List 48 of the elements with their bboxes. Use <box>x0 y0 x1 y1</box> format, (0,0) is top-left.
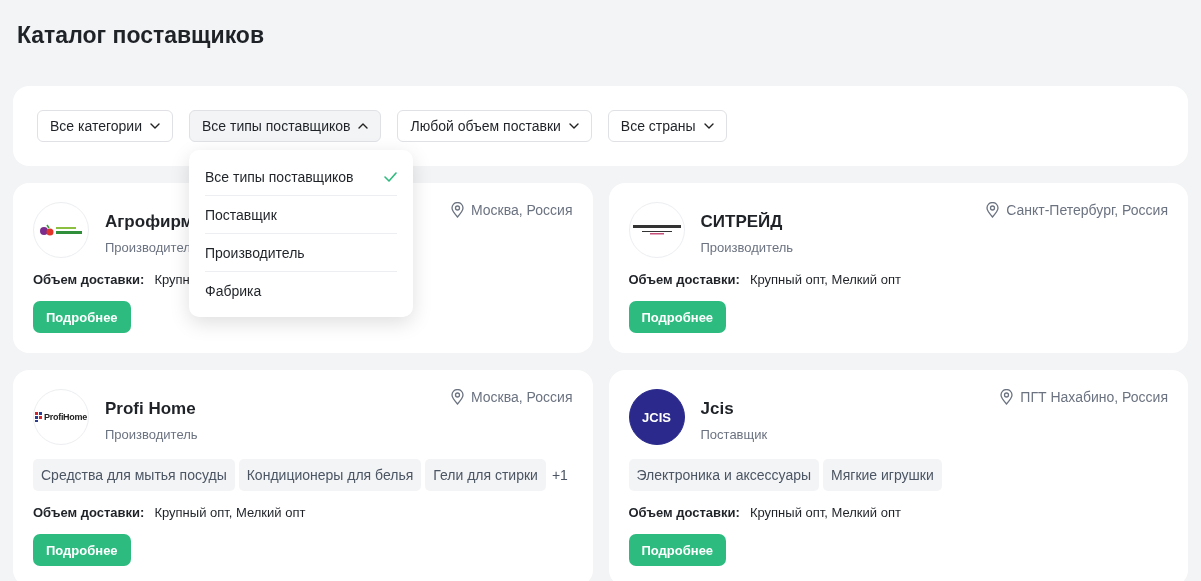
filter-dropdown[interactable]: Все типы поставщиков <box>189 110 382 142</box>
supplier-name: СИТРЕЙД <box>700 212 783 232</box>
category-tag: Средства для мытья посуды <box>33 459 235 491</box>
category-tag: Кондиционеры для белья <box>238 459 422 491</box>
page-title: Каталог поставщиков <box>17 21 266 50</box>
delivery-value: Крупный опт, Мелкий опт <box>154 505 306 520</box>
location-text: Москва, Россия <box>471 389 573 405</box>
menu-option[interactable]: Производитель <box>205 234 397 272</box>
location-pin-icon <box>986 202 1000 218</box>
supplier-name: Агрофирм <box>105 212 194 232</box>
filter-dropdown[interactable]: Все категории <box>37 110 173 142</box>
delivery-value: Крупный опт, Мелкий опт <box>749 505 901 520</box>
delivery-label: Объем доставки: <box>628 505 740 520</box>
chevron-up-icon <box>358 123 369 129</box>
supplier-name: Profi Home <box>105 399 196 419</box>
chevron-down-icon <box>150 123 160 129</box>
delivery-label: Объем доставки: <box>628 272 740 287</box>
category-tag: Гели для стирки <box>425 459 546 491</box>
location-text: Санкт-Петербург, Россия <box>1006 202 1168 218</box>
menu-option[interactable]: Фабрика <box>205 272 397 309</box>
chevron-down-icon <box>703 123 714 129</box>
fruit-logo-drawing <box>39 223 83 237</box>
location-pin-icon <box>451 389 464 405</box>
supplier-name: Jcis <box>700 399 734 419</box>
location-pin-icon <box>1000 389 1014 405</box>
location-text: Москва, Россия <box>471 202 573 218</box>
supplier-type: Производител <box>105 240 191 255</box>
menu-option[interactable]: Поставщик <box>205 196 397 234</box>
textile-logo-drawing <box>631 224 682 236</box>
filter-dropdown[interactable]: Все страны <box>607 110 727 142</box>
supplier-type: Производитель <box>105 427 198 442</box>
company-logo: JCIS <box>628 389 685 445</box>
filter-dropdown[interactable]: Любой объем поставки <box>397 110 592 142</box>
location-text: ПГТ Нахабино, Россия <box>1020 389 1168 405</box>
chevron-down-icon <box>568 123 579 129</box>
squares-icon <box>35 412 43 422</box>
category-tag: Электроника и аксессуары <box>628 459 820 491</box>
menu-option[interactable]: Все типы поставщиков <box>205 158 397 196</box>
category-tag: Мягкие игрушки <box>823 459 942 491</box>
delivery-value: Крупный опт, Мелкий опт <box>749 272 901 287</box>
company-logo: ProfiHome <box>33 389 89 445</box>
more-count: +1 <box>551 467 568 483</box>
location-pin-icon <box>451 202 464 218</box>
delivery-label: Объем доставки: <box>33 272 145 287</box>
delivery-label: Объем доставки: <box>33 505 145 520</box>
supplier-type: Поставщик <box>700 427 768 442</box>
delivery-value: Крупн <box>154 272 190 287</box>
supplier-type: Производитель <box>700 240 794 255</box>
